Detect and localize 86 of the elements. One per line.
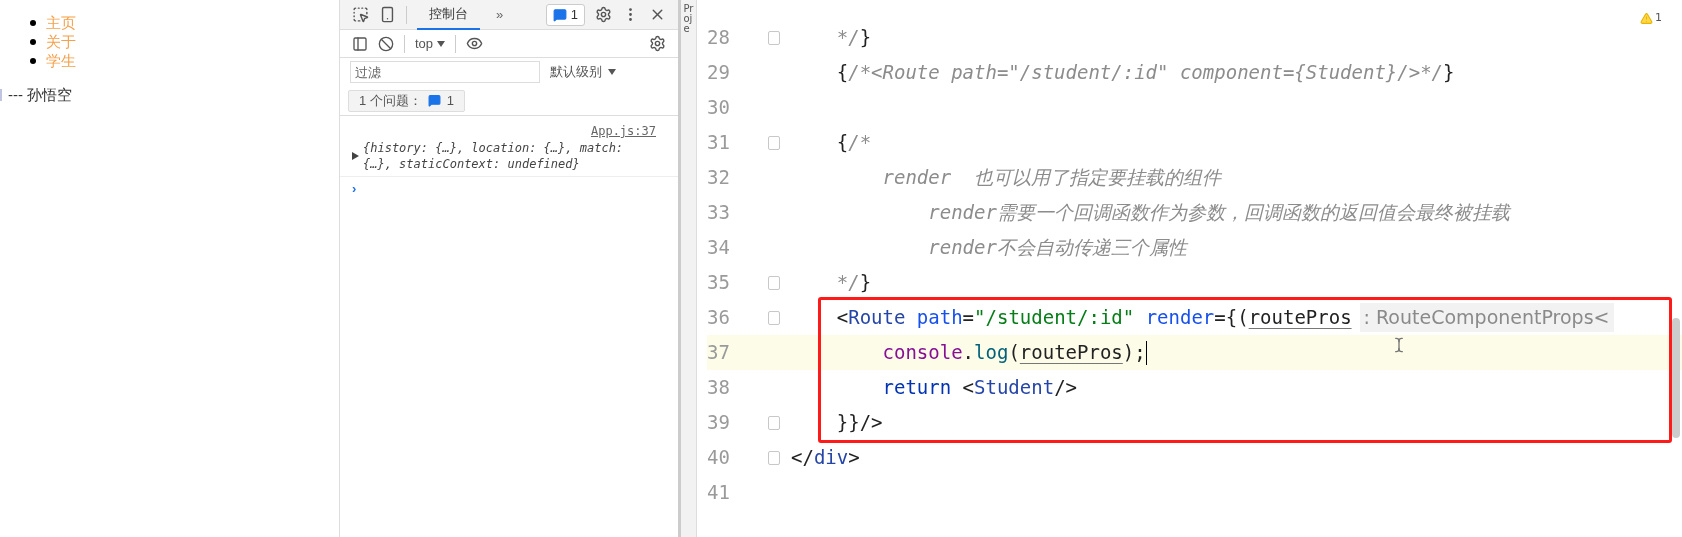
level-select[interactable]: 默认级别 — [550, 62, 616, 82]
bullet-icon — [30, 57, 36, 64]
device-icon[interactable] — [379, 6, 396, 23]
code-text: < — [961, 375, 975, 401]
code-text: . — [962, 340, 975, 366]
eye-icon[interactable] — [466, 35, 484, 52]
code-text: { — [835, 60, 849, 86]
log-object: {history: {…}, location: {…}, match: {…}, staticContext: undefined} — [363, 140, 625, 172]
code-text: ( — [1008, 340, 1020, 366]
line-number: 31 — [707, 130, 731, 156]
settings-icon[interactable] — [649, 35, 666, 52]
code-identifier: console — [881, 340, 963, 366]
line-number: 41 — [707, 480, 731, 506]
code-tag: Route — [848, 303, 906, 332]
code-text: > — [848, 445, 860, 471]
sidebar-icon[interactable] — [352, 35, 368, 52]
more-tabs[interactable]: » — [490, 4, 510, 25]
code-tag: Student — [974, 373, 1055, 402]
source-link[interactable]: App.js:37 — [590, 122, 656, 140]
code-comment: /* — [848, 130, 872, 156]
line-number: 37 — [707, 340, 731, 366]
code-comment: render不会自动传递三个属性 — [927, 235, 1187, 261]
content-text: --- 孙悟空 — [8, 85, 73, 105]
fold-marker-icon[interactable] — [768, 135, 780, 150]
code-text: { — [835, 130, 849, 156]
code-comment: */ — [835, 25, 860, 51]
message-icon — [427, 94, 441, 107]
expand-arrow-icon[interactable] — [352, 152, 359, 160]
line-number: 32 — [707, 165, 731, 191]
fold-marker-icon[interactable] — [768, 310, 780, 325]
code-text: </ — [791, 445, 814, 471]
line-number: 40 — [707, 445, 731, 471]
settings-icon[interactable] — [595, 6, 612, 23]
code-text: = — [962, 305, 975, 331]
code-attribute: path — [915, 305, 963, 331]
fold-marker-icon[interactable] — [768, 450, 780, 465]
line-number: 30 — [707, 95, 731, 121]
line-number: 36 — [707, 305, 731, 331]
line-number: 38 — [707, 375, 731, 401]
code-parameter: routePros — [1248, 305, 1352, 331]
project-tab[interactable]: Proje — [683, 4, 694, 34]
bullet-icon — [30, 19, 36, 26]
code-parameter: routePros — [1019, 340, 1123, 366]
context-select[interactable]: top — [415, 33, 446, 54]
scrollbar-thumb[interactable] — [1672, 318, 1680, 438]
console-prompt[interactable]: › — [352, 181, 357, 196]
code-string: "/student/:id" — [974, 305, 1135, 331]
code-text: ); — [1122, 340, 1146, 366]
clear-icon[interactable] — [378, 35, 394, 52]
console-tab[interactable]: 控制台 — [417, 0, 480, 30]
dropdown-arrow-icon — [437, 40, 446, 47]
code-comment: render需要一个回调函数作为参数，回调函数的返回值会最终被挂载 — [927, 200, 1510, 226]
inspect-icon[interactable] — [352, 6, 369, 23]
code-method: log — [974, 340, 1009, 366]
type-hint: : RouteComponentProps< — [1359, 303, 1614, 332]
message-icon — [552, 7, 567, 22]
line-number: 39 — [707, 410, 731, 436]
fold-marker-icon[interactable] — [768, 275, 780, 290]
filter-field[interactable]: 过滤 — [350, 61, 540, 83]
issues-button[interactable]: 1 个问题： 1 — [348, 89, 466, 112]
code-text: } — [859, 25, 872, 51]
fold-marker-icon[interactable] — [768, 30, 780, 45]
code-text: } — [1443, 60, 1455, 86]
border-mark — [0, 89, 2, 102]
line-number: 29 — [707, 60, 731, 86]
code-attribute: render — [1144, 305, 1215, 331]
code-text: ={( — [1214, 305, 1249, 331]
issues-badge[interactable]: 1 — [545, 3, 585, 26]
code-text: /> — [1054, 375, 1077, 401]
dropdown-arrow-icon — [608, 69, 616, 75]
fold-marker-icon[interactable] — [768, 415, 780, 430]
warning-count: 1 — [1655, 10, 1662, 26]
text-caret — [1145, 340, 1148, 365]
bullet-icon — [30, 38, 36, 45]
code-comment: render 也可以用了指定要挂载的组件 — [881, 165, 1222, 191]
line-number: 28 — [707, 25, 731, 51]
code-keyword: return — [881, 375, 952, 401]
code-text: < — [835, 305, 849, 331]
code-tag: div — [813, 443, 849, 472]
code-text: } — [859, 270, 872, 296]
line-number: 34 — [707, 235, 731, 261]
line-number: 33 — [707, 200, 731, 226]
code-text: }}/> — [835, 410, 883, 436]
code-comment: */ — [835, 270, 860, 296]
code-comment: /*<Route path="/student/:id" component={Student}/>*/ — [848, 60, 1444, 86]
line-number: 35 — [707, 270, 731, 296]
